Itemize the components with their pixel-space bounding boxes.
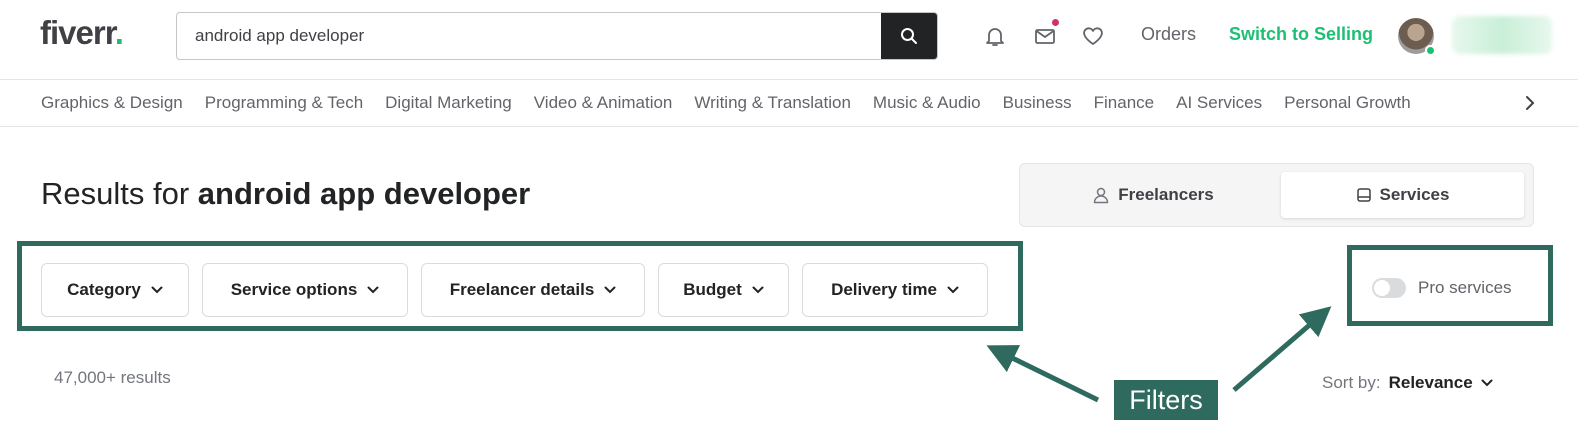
arrow-to-filters — [986, 345, 1100, 403]
arrow-to-pro-services — [1232, 306, 1332, 392]
filters-annotation-label: Filters — [1114, 380, 1218, 420]
annotation-arrows — [986, 306, 1332, 403]
